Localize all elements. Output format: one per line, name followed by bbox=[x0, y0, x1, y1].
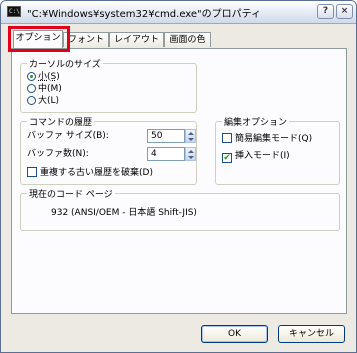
radio-icon bbox=[27, 96, 36, 105]
tab-layout[interactable]: レイアウト bbox=[109, 32, 164, 47]
buffer-size-label: バッファ サイズ(B): bbox=[27, 131, 109, 141]
spin-down-icon[interactable] bbox=[188, 138, 194, 141]
checkbox-icon bbox=[222, 133, 232, 143]
buffer-count-input[interactable]: 4 bbox=[147, 147, 185, 161]
radio-icon bbox=[27, 84, 36, 93]
command-history-label: コマンドの履歴 bbox=[27, 115, 95, 128]
cursor-size-medium-label: 中(M) bbox=[38, 84, 62, 94]
cursor-size-label: カーソルのサイズ bbox=[27, 57, 103, 70]
cursor-size-medium-radio[interactable]: 中(M) bbox=[27, 84, 62, 95]
checkmark-icon: ✔ bbox=[222, 153, 232, 163]
cursor-size-group: カーソルのサイズ 小(S) 中(M) 大(L) bbox=[20, 57, 197, 113]
close-button[interactable]: × bbox=[336, 4, 353, 19]
buffer-count-spinner[interactable] bbox=[185, 147, 196, 161]
window-title: "C:¥Windows¥system32¥cmd.exe"のプロパティ bbox=[27, 9, 262, 20]
checkbox-icon bbox=[27, 167, 37, 177]
cursor-size-large-label: 大(L) bbox=[38, 96, 60, 106]
insert-mode-checkbox[interactable]: ✔ 挿入モード(I) bbox=[222, 151, 290, 163]
cancel-button[interactable]: キャンセル bbox=[278, 325, 345, 343]
options-tab-highlight bbox=[8, 26, 70, 52]
insert-mode-label: 挿入モード(I) bbox=[235, 151, 290, 161]
tab-colors[interactable]: 画面の色 bbox=[164, 32, 211, 47]
spin-down-icon[interactable] bbox=[188, 156, 194, 159]
cursor-size-small-radio[interactable]: 小(S) bbox=[27, 72, 60, 83]
command-history-group: コマンドの履歴 バッファ サイズ(B): 50 バッファ数(N): 4 重複する… bbox=[20, 115, 197, 185]
buffer-size-input[interactable]: 50 bbox=[147, 129, 185, 143]
spin-up-icon[interactable] bbox=[188, 132, 194, 135]
properties-dialog: C:\ "C:¥Windows¥system32¥cmd.exe"のプロパティ … bbox=[0, 0, 357, 353]
buffer-size-spinner[interactable] bbox=[185, 129, 196, 143]
options-panel: カーソルのサイズ 小(S) 中(M) 大(L) コマンドの履歴 バッファ サイズ… bbox=[11, 48, 347, 314]
title-bar[interactable]: C:\ "C:¥Windows¥system32¥cmd.exe"のプロパティ … bbox=[1, 1, 356, 24]
cursor-size-large-radio[interactable]: 大(L) bbox=[27, 96, 59, 107]
code-page-group: 現在のコード ページ 932 (ANSI/OEM - 日本語 Shift-JIS… bbox=[20, 187, 340, 231]
buffer-count-label: バッファ数(N): bbox=[27, 149, 89, 159]
discard-old-duplicates-label: 重複する古い履歴を破棄(D) bbox=[40, 168, 153, 178]
edit-options-group: 編集オプション 簡易編集モード(Q) ✔ 挿入モード(I) bbox=[215, 115, 340, 185]
code-page-label: 現在のコード ページ bbox=[27, 187, 115, 200]
code-page-value: 932 (ANSI/OEM - 日本語 Shift-JIS) bbox=[51, 208, 197, 218]
cmd-icon: C:\ bbox=[7, 6, 21, 17]
cursor-size-small-label: 小(S) bbox=[38, 72, 60, 82]
spin-up-icon[interactable] bbox=[188, 150, 194, 153]
quick-edit-checkbox[interactable]: 簡易編集モード(Q) bbox=[222, 133, 312, 145]
radio-selected-icon bbox=[27, 72, 36, 81]
help-button[interactable]: ? bbox=[317, 4, 334, 19]
discard-old-duplicates-checkbox[interactable]: 重複する古い履歴を破棄(D) bbox=[27, 167, 153, 179]
ok-button[interactable]: OK bbox=[201, 325, 268, 343]
edit-options-label: 編集オプション bbox=[222, 115, 290, 128]
quick-edit-label: 簡易編集モード(Q) bbox=[235, 134, 313, 144]
